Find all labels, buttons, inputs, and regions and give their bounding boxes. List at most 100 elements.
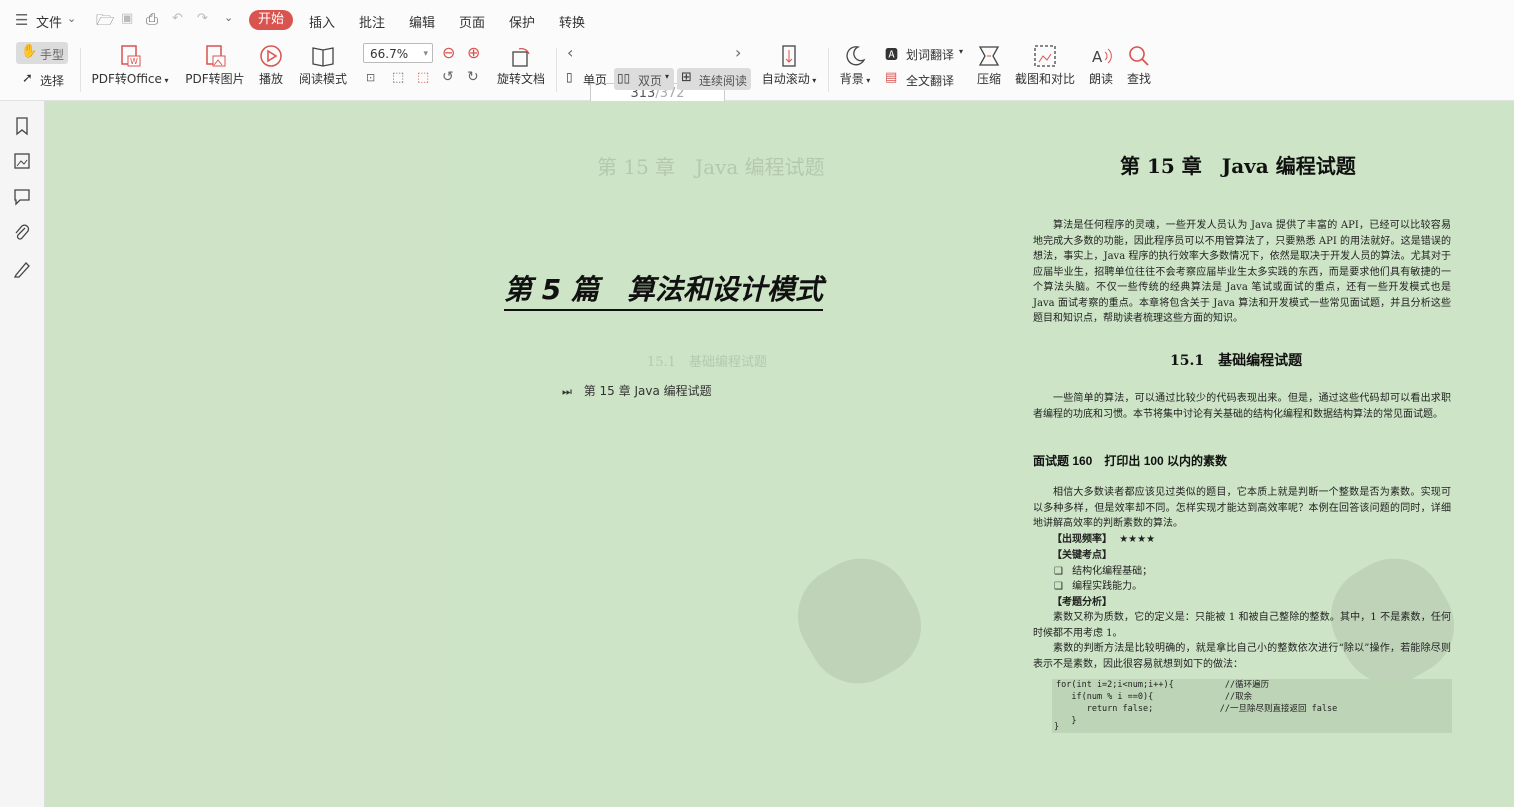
analysis-label: 【考题分析】 (1052, 597, 1112, 608)
key-points-label: 【关键考点】 (1052, 550, 1112, 561)
play-button[interactable]: 播放 (254, 44, 288, 87)
continuous-read-button[interactable]: ⊞ 连续阅读 (677, 68, 751, 90)
rotate-left-icon[interactable]: ↺ (442, 69, 454, 85)
hand-icon: ✋ (21, 44, 38, 59)
code-block-close: } (1054, 722, 1060, 732)
toc-link[interactable]: ⏭ 第 15 章 Java 编程试题 (562, 382, 712, 399)
code-block: for(int i=2;i<num;i++){ //循环遍历 if(num % … (1052, 679, 1452, 733)
translate-icon: 🅰 (885, 48, 899, 63)
analysis-paragraph: 素数又称为质数，它的定义是：只能被 1 和被自己整除的整数。其中，1 不是素数，… (1033, 612, 1451, 639)
skip-forward-icon: ⏭ (562, 385, 572, 398)
tab-convert[interactable]: 转换 (559, 12, 585, 31)
chevron-down-icon: ▾ (423, 49, 428, 59)
left-page: 第 15 章 Java 编程试题 15.1 基础编程试题 (447, 101, 972, 801)
svg-text:W: W (130, 57, 138, 66)
rotate-document-button[interactable]: 旋转文档 (494, 44, 548, 87)
checkbox-icon: ❑ (1054, 581, 1063, 592)
cursor-icon: ➚ (22, 71, 33, 86)
full-translate-button[interactable]: ▤ 全文翻译 (885, 70, 967, 90)
compress-button[interactable]: 压缩 (972, 44, 1006, 87)
print-icon[interactable]: ⎙ (146, 10, 158, 28)
select-tool-button[interactable]: ➚ 选择 (20, 70, 68, 90)
compress-icon (978, 46, 1000, 66)
redo-icon[interactable]: ↷ (197, 11, 208, 26)
watermark-seal (779, 540, 940, 702)
speaker-icon: A (1092, 48, 1112, 66)
full-translate-icon: ▤ (885, 70, 898, 85)
more-icon[interactable]: ⌄ (224, 11, 233, 24)
left-sidebar (0, 101, 45, 807)
menu-bar: ☰ 文件 ⌄ 🗁 ▣ ⎙ ↶ ↷ ⌄ 开始 插入 批注 编辑 页面 保护 转换 (0, 0, 1514, 40)
pdf-to-image-icon (206, 45, 226, 67)
key-point: ❑ 编程实践能力。 (1054, 581, 1143, 592)
read-mode-button[interactable]: 阅读模式 (296, 44, 350, 87)
screenshot-icon (1034, 45, 1056, 67)
pdf-to-office-button[interactable]: W PDF转Office ▾ (88, 44, 172, 87)
zoom-select[interactable]: 66.7% ▾ (363, 43, 433, 63)
tab-insert[interactable]: 插入 (309, 12, 335, 31)
signature-icon[interactable] (12, 259, 32, 279)
fit-width-icon[interactable]: ⬚ (417, 70, 429, 85)
rotate-right-icon[interactable]: ↻ (467, 69, 479, 85)
separator (556, 48, 557, 92)
tab-page[interactable]: 页面 (459, 12, 485, 31)
analysis-paragraph: 素数的判断方法是比较明确的，就是拿比自己小的整数依次进行“除以”操作，若能除尽则… (1033, 643, 1451, 670)
moon-icon (846, 46, 866, 66)
read-aloud-button[interactable]: A 朗读 (1084, 44, 1118, 87)
intro-paragraph: 算法是任何程序的灵魂，一些开发人员认为 Java 提供了丰富的 API，已经可以… (1033, 220, 1451, 324)
double-page-icon: ▯▯ (617, 71, 631, 85)
continuous-icon: ⊞ (681, 70, 692, 85)
section-title: 15.1 基础编程试题 (1170, 353, 1303, 369)
thumbnail-icon[interactable] (12, 151, 32, 171)
actual-size-icon[interactable]: ⊡ (366, 71, 375, 84)
rotate-document-icon (512, 47, 530, 67)
separator (80, 48, 81, 92)
zoom-out-icon[interactable]: ⊖ (442, 43, 455, 62)
tab-start[interactable]: 开始 (249, 10, 293, 30)
find-button[interactable]: 查找 (1124, 44, 1154, 87)
key-point: ❑ 结构化编程基础； (1054, 566, 1153, 577)
toolbar: ✋ 手型 ➚ 选择 W PDF转Office ▾ PDF转图片 播放 阅读模式 … (0, 40, 1514, 105)
svg-text:A: A (1092, 48, 1103, 66)
auto-scroll-button[interactable]: 自动滚动 ▾ (760, 44, 818, 87)
screenshot-compare-button[interactable]: 截图和对比 (1012, 44, 1078, 87)
question-title: 面试题 160 打印出 100 以内的素数 (1033, 454, 1228, 468)
zoom-in-icon[interactable]: ⊕ (467, 43, 480, 62)
tab-edit[interactable]: 编辑 (409, 12, 435, 31)
bleed-through-text: 第 15 章 Java 编程试题 (597, 155, 825, 179)
chevron-down-icon[interactable]: ⌄ (67, 12, 76, 25)
next-page-icon[interactable]: › (735, 43, 741, 62)
tab-annotate[interactable]: 批注 (359, 12, 385, 31)
background-button[interactable]: 背景 ▾ (836, 44, 874, 87)
hamburger-menu-icon[interactable]: ☰ (15, 11, 28, 29)
play-icon (260, 45, 282, 67)
fit-page-icon[interactable]: ⬚ (392, 70, 404, 85)
checkbox-icon: ❑ (1054, 566, 1063, 577)
section-intro: 一些简单的算法，可以通过比较少的代码表现出来。但是，通过这些代码却可以看出求职者… (1033, 393, 1451, 420)
auto-scroll-icon (782, 45, 796, 67)
tab-protect[interactable]: 保护 (509, 12, 535, 31)
separator (828, 48, 829, 92)
book-icon (312, 47, 334, 67)
bleed-through-text: 15.1 基础编程试题 (647, 355, 767, 370)
question-intro: 相信大多数读者都应该见过类似的题目，它本质上就是判断一个整数是否为素数。实现可以… (1033, 487, 1451, 529)
open-file-icon[interactable]: 🗁 (96, 10, 115, 35)
double-page-button[interactable]: ▯▯ 双页 ▾ (614, 68, 674, 90)
prev-page-icon[interactable]: ‹ (567, 43, 573, 62)
comment-icon[interactable] (12, 187, 32, 207)
bookmark-icon[interactable] (12, 116, 32, 136)
frequency-line: 【出现频率】 ★★★★ (1052, 534, 1156, 545)
pdf-to-image-button[interactable]: PDF转图片 (184, 44, 246, 87)
attachment-icon[interactable] (12, 223, 32, 243)
pdf-to-office-icon: W (121, 45, 141, 67)
single-page-button[interactable]: ▯ 单页 (566, 69, 612, 89)
undo-icon[interactable]: ↶ (172, 11, 183, 26)
chapter-title: 第 15 章 Java 编程试题 (1120, 154, 1356, 178)
search-icon (1129, 46, 1149, 66)
word-translate-button[interactable]: 🅰 划词翻译 ▾ (885, 44, 967, 64)
save-icon[interactable]: ▣ (121, 11, 133, 26)
single-page-icon: ▯ (566, 70, 573, 84)
part-title: 第 5 篇 算法和设计模式 (504, 268, 823, 311)
hand-tool-button[interactable]: ✋ 手型 (16, 42, 68, 64)
file-menu[interactable]: 文件 (36, 12, 62, 31)
